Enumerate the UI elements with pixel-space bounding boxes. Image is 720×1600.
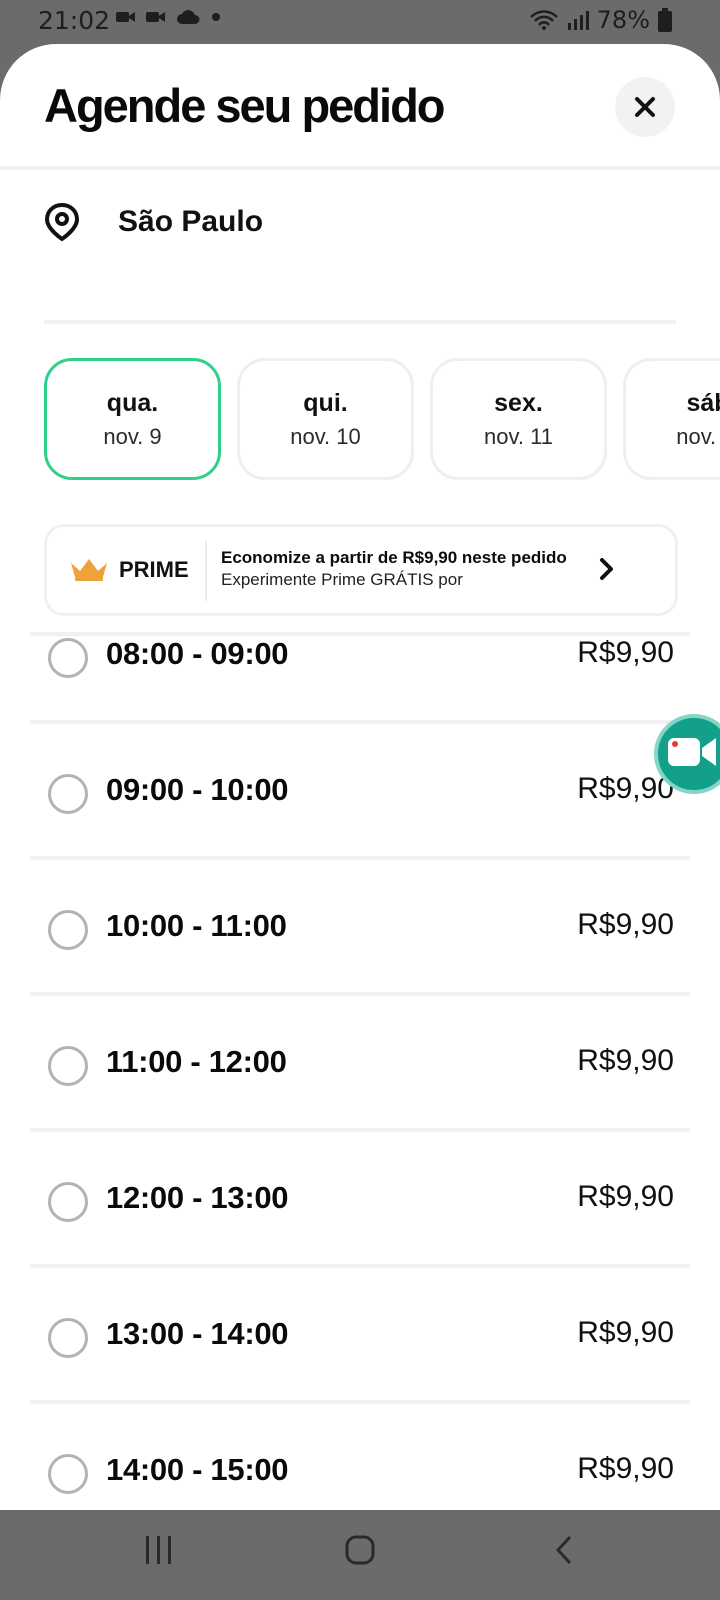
slot-time: 11:00 - 12:00 — [106, 1044, 287, 1079]
slot-divider — [30, 992, 690, 996]
status-time: 21:02 — [38, 6, 111, 35]
location-label: São Paulo — [118, 205, 264, 238]
date-date: nov. 12 — [676, 424, 720, 449]
schedule-sheet: Agende seu pedido São Paulo qua. nov. 9 … — [0, 44, 720, 1510]
date-day: sex. — [494, 389, 543, 417]
location-divider — [44, 320, 676, 324]
signal-icon — [567, 11, 589, 30]
navigation-bar — [0, 1510, 720, 1600]
status-notification-icons — [116, 9, 222, 25]
slot-time: 13:00 - 14:00 — [106, 1316, 289, 1351]
video-call-icon — [146, 12, 165, 22]
date-day: qua. — [106, 389, 159, 417]
sheet-title: Agende seu pedido — [44, 79, 445, 132]
slot-price: R$9,90 — [577, 1452, 674, 1485]
prime-text: Economize a partir de R$9,90 neste pedid… — [221, 547, 571, 591]
dot-icon — [212, 13, 220, 21]
recent-apps-icon[interactable] — [144, 1534, 174, 1566]
date-option[interactable]: qua. nov. 9 — [44, 358, 221, 480]
home-icon[interactable] — [344, 1534, 376, 1566]
date-day: qui. — [303, 389, 348, 417]
date-day: sáb. — [686, 389, 720, 417]
slot-price: R$9,90 — [577, 1044, 674, 1077]
status-bar: 21:02 78% — [0, 0, 720, 44]
slot-time: 09:00 - 10:00 — [106, 772, 289, 807]
radio-button[interactable] — [48, 1318, 88, 1358]
date-date: nov. 10 — [290, 424, 361, 449]
cloud-icon — [177, 10, 200, 24]
slot-time: 10:00 - 11:00 — [106, 908, 287, 943]
battery-icon — [658, 8, 672, 32]
date-selector: qua. nov. 9 qui. nov. 10 sex. nov. 11 sá… — [44, 358, 720, 480]
prime-headline-bold: Economize a partir de R$9,90 neste pedid… — [221, 548, 567, 567]
slot-price: R$9,90 — [577, 1180, 674, 1213]
radio-button[interactable] — [48, 1182, 88, 1222]
date-option[interactable]: qui. nov. 10 — [237, 358, 414, 480]
back-icon[interactable] — [552, 1534, 576, 1566]
date-option[interactable]: sáb. nov. 12 — [623, 358, 720, 480]
radio-button[interactable] — [48, 774, 88, 814]
chevron-right-icon — [600, 558, 613, 580]
crown-icon — [71, 559, 107, 581]
time-slot[interactable]: 13:00 - 14:00 R$9,90 — [30, 1272, 690, 1404]
slot-price: R$9,90 — [577, 908, 674, 941]
time-slot[interactable]: 12:00 - 13:00 R$9,90 — [30, 1136, 690, 1268]
video-call-icon — [116, 12, 135, 22]
date-date: nov. 11 — [484, 424, 553, 449]
location-pin-icon — [44, 202, 80, 242]
radio-button[interactable] — [48, 1046, 88, 1086]
slot-time: 08:00 - 09:00 — [106, 636, 289, 671]
slot-divider — [30, 1264, 690, 1268]
close-button[interactable] — [615, 77, 675, 137]
slot-divider — [30, 1128, 690, 1132]
slot-divider — [30, 720, 690, 724]
time-slot[interactable]: 11:00 - 12:00 R$9,90 — [30, 1000, 690, 1132]
time-slot[interactable]: 09:00 - 10:00 R$9,90 — [30, 728, 690, 860]
date-option[interactable]: sex. nov. 11 — [430, 358, 607, 480]
slot-time: 12:00 - 13:00 — [106, 1180, 289, 1215]
slot-divider — [30, 856, 690, 860]
status-system-icons: 78% — [529, 6, 672, 34]
time-slot[interactable]: 10:00 - 11:00 R$9,90 — [30, 864, 690, 996]
radio-button[interactable] — [48, 910, 88, 950]
wifi-icon — [529, 10, 558, 30]
battery-percent: 78% — [596, 6, 650, 34]
close-icon — [635, 97, 655, 117]
time-slot[interactable]: 08:00 - 09:00 R$9,90 — [30, 592, 690, 724]
video-camera-icon — [668, 738, 716, 766]
location-row[interactable]: São Paulo — [44, 194, 674, 250]
slot-price: R$9,90 — [577, 772, 674, 805]
header-divider — [0, 166, 720, 170]
time-slot[interactable]: 14:00 - 15:00 R$9,90 — [30, 1408, 690, 1510]
prime-label: PRIME — [119, 557, 189, 582]
radio-button[interactable] — [48, 1454, 88, 1494]
slot-divider — [30, 1400, 690, 1404]
radio-button[interactable] — [48, 638, 88, 678]
slot-time: 14:00 - 15:00 — [106, 1452, 289, 1487]
slot-price: R$9,90 — [577, 636, 674, 669]
date-date: nov. 9 — [103, 424, 162, 449]
slot-price: R$9,90 — [577, 1316, 674, 1349]
prime-headline-regular: Experimente Prime GRÁTIS por — [221, 570, 463, 589]
